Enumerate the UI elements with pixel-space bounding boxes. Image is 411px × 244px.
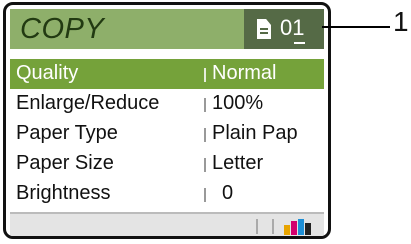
menu-item-value: Normal xyxy=(212,62,277,84)
status-bar xyxy=(10,214,324,236)
status-separator xyxy=(256,219,258,234)
callout-number: 1 xyxy=(393,6,409,37)
copies-count: 01 xyxy=(280,15,305,40)
menu-item-quality[interactable]: Quality Normal xyxy=(10,59,324,89)
mode-header: COPY 01 xyxy=(10,9,324,49)
menu-item-value: 0 xyxy=(222,182,234,204)
value-separator xyxy=(204,98,206,112)
value-separator xyxy=(204,68,206,82)
menu-item-value: 100% xyxy=(212,92,264,114)
menu-item-label: Quality xyxy=(16,62,79,84)
ink-level-icon xyxy=(284,219,311,235)
menu-item-label: Enlarge/Reduce xyxy=(16,92,160,114)
menu-item-value: Plain Pap xyxy=(212,122,298,144)
copies-cursor xyxy=(294,42,305,44)
menu-item-value: Letter xyxy=(212,152,264,174)
value-separator xyxy=(204,128,206,142)
status-separator xyxy=(272,219,274,234)
lcd-screen: COPY 01 Quality Normal Enlarge/Reduce 10… xyxy=(3,2,331,239)
copies-indicator: 01 xyxy=(244,9,324,49)
value-separator xyxy=(204,188,206,202)
settings-menu: Quality Normal Enlarge/Reduce 100% Paper… xyxy=(10,59,324,209)
menu-item-paper-type[interactable]: Paper Type Plain Pap xyxy=(10,119,324,149)
menu-item-label: Brightness xyxy=(16,182,111,204)
menu-item-label: Paper Size xyxy=(16,152,114,174)
menu-item-label: Paper Type xyxy=(16,122,118,144)
menu-item-brightness[interactable]: Brightness 0 xyxy=(10,179,324,209)
menu-item-enlarge-reduce[interactable]: Enlarge/Reduce 100% xyxy=(10,89,324,119)
value-separator xyxy=(204,158,206,172)
document-icon xyxy=(257,19,271,39)
menu-item-paper-size[interactable]: Paper Size Letter xyxy=(10,149,324,179)
mode-title: COPY xyxy=(20,13,105,45)
callout-leader-line xyxy=(322,26,390,28)
